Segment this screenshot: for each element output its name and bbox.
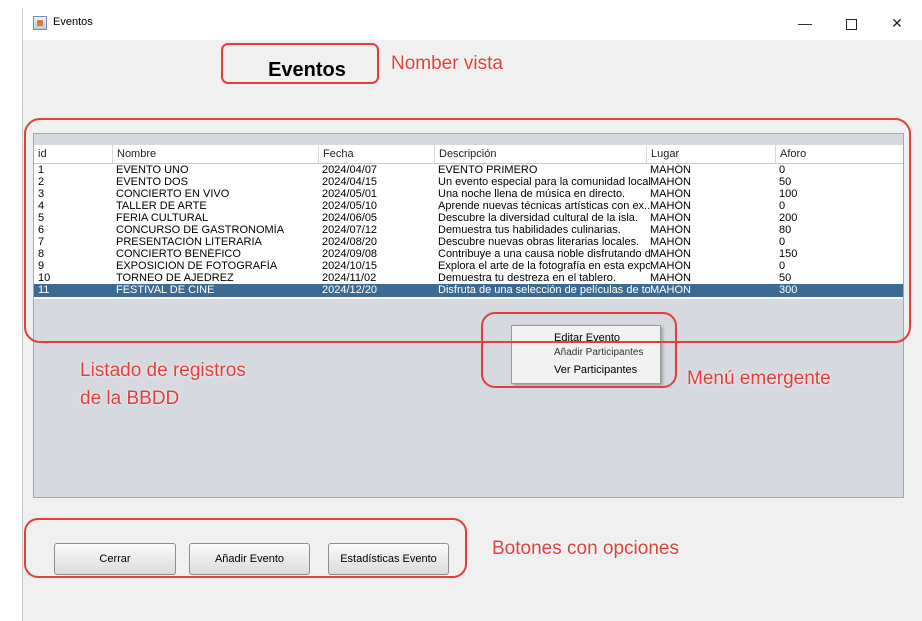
annotation-box-table <box>24 118 911 343</box>
annotation-records: Listado de registros de la BBDD <box>80 357 246 413</box>
annotation-box-view-title <box>221 43 379 84</box>
title-bar[interactable]: Eventos — ✕ <box>23 8 922 40</box>
annotation-box-buttons <box>24 518 467 578</box>
maximize-icon <box>845 18 857 30</box>
annotation-records-line2: de la BBDD <box>80 388 180 409</box>
window-title: Eventos <box>53 16 93 28</box>
minimize-button[interactable]: — <box>785 11 825 35</box>
annotation-buttons: Botones con opciones <box>492 538 679 559</box>
annotation-box-popup <box>481 312 677 388</box>
annotation-records-line1: Listado de registros <box>80 360 246 381</box>
desktop-edge <box>0 0 22 621</box>
close-window-button[interactable]: ✕ <box>877 11 917 35</box>
annotation-view-name: Nomber vista <box>391 53 503 74</box>
java-app-icon <box>33 16 47 30</box>
annotation-popup: Menú emergente <box>687 368 831 389</box>
maximize-button[interactable] <box>831 11 871 35</box>
